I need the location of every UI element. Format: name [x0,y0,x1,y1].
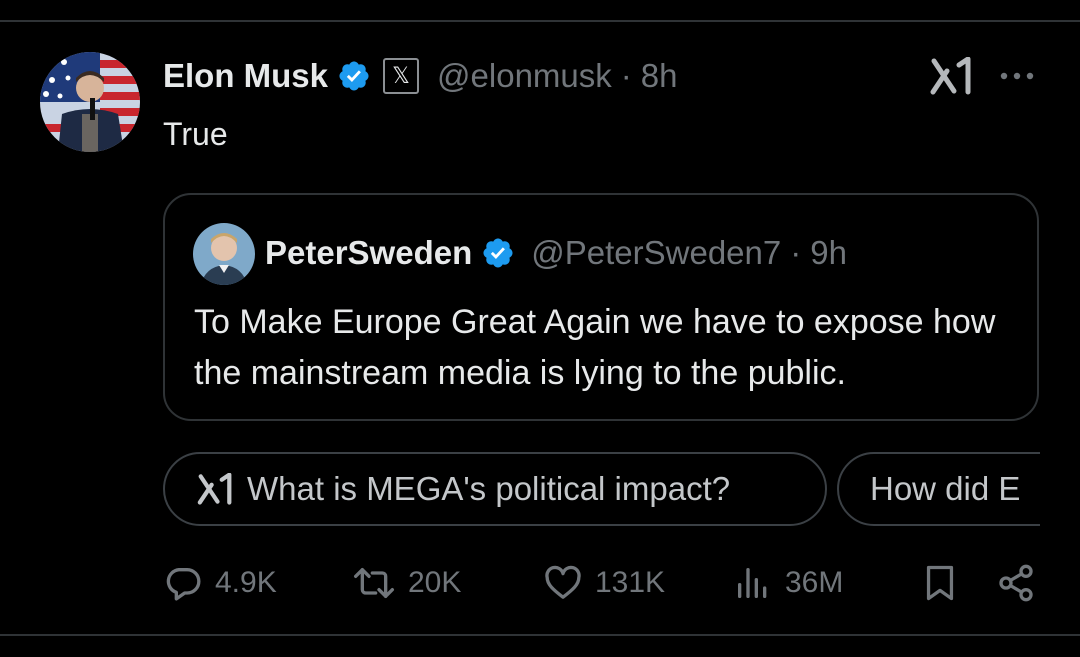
author-handle[interactable]: @elonmusk [437,57,612,95]
reply-button[interactable]: 4.9K [163,555,277,611]
author-avatar[interactable] [40,52,140,152]
grok-icon [197,473,232,505]
view-count: 36M [785,566,844,599]
post-time[interactable]: 8h [641,57,678,95]
verified-badge-icon [481,236,515,270]
tweet-header: Elon Musk 𝕏 @elonmusk · 8h [163,56,677,96]
bookmark-icon [926,565,954,601]
author-name[interactable]: Elon Musk [163,57,328,95]
like-button[interactable]: 131K [543,555,665,611]
action-bar: 4.9K 20K 131K 36M [0,555,1080,611]
quoted-header: PeterSweden @PeterSweden7 · 9h [265,232,847,274]
views-icon [738,568,767,598]
grok-prompt-chips: What is MEGA's political impact? How did… [163,452,1040,528]
quoted-author-avatar[interactable] [193,223,255,285]
share-icon [999,564,1033,602]
quoted-author-name[interactable]: PeterSweden [265,234,472,272]
quoted-tweet-text: To Make Europe Great Again we have to ex… [194,303,996,392]
top-divider [0,20,1080,22]
verified-badge-icon [337,59,371,93]
grok-prompt-label: What is MEGA's political impact? [247,470,731,507]
avatar-photo-icon [193,223,255,285]
tweet-text: True [163,116,228,152]
like-count: 131K [595,566,666,599]
grok-icon[interactable] [930,56,972,100]
quoted-post-time[interactable]: 9h [810,234,847,272]
grok-prompt-chip[interactable]: What is MEGA's political impact? [163,452,827,526]
share-button[interactable] [996,555,1036,611]
grok-prompt-label: How did E [870,470,1021,507]
views-button[interactable]: 36M [733,555,843,611]
repost-count: 20K [408,566,462,599]
x-affiliation-badge-icon: 𝕏 [383,58,420,94]
heart-icon [545,565,581,599]
quoted-tweet[interactable]: PeterSweden @PeterSweden7 · 9h To Make E… [163,193,1039,421]
avatar-photo-icon [40,52,140,152]
more-options-icon[interactable] [998,62,1036,95]
time-separator: · [790,234,802,271]
reply-count: 4.9K [215,566,277,599]
repost-icon [353,568,394,598]
quoted-author-handle[interactable]: @PeterSweden7 [531,234,781,272]
reply-icon [166,568,201,601]
time-separator: · [620,57,632,94]
repost-button[interactable]: 20K [352,555,461,611]
grok-prompt-chip[interactable]: How did E [837,452,1040,526]
bookmark-button[interactable] [922,555,958,611]
bottom-divider [0,634,1080,636]
